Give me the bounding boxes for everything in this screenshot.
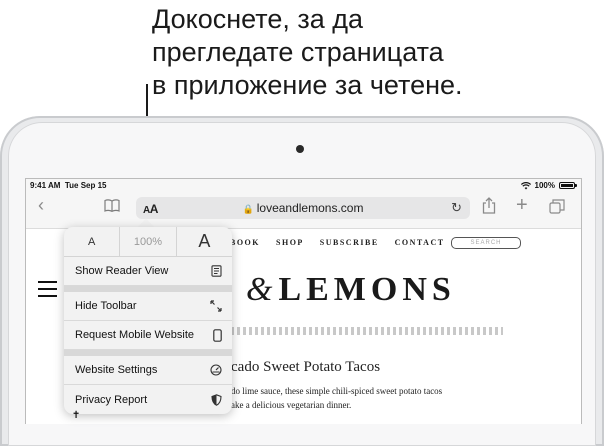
menu-item-label: Request Mobile Website	[75, 329, 195, 341]
arrows-diagonal-icon	[210, 300, 222, 312]
hide-toolbar-item[interactable]: Hide Toolbar	[64, 292, 232, 321]
menu-item-label: Hide Toolbar	[75, 300, 137, 312]
battery-percent: 100%	[534, 181, 555, 190]
nav-contact[interactable]: CONTACT	[395, 238, 445, 247]
status-time: 9:41 AM	[30, 181, 61, 190]
show-reader-view-item[interactable]: Show Reader View	[64, 257, 232, 286]
excerpt-line-2: ake a delicious vegetarian dinner.	[231, 400, 352, 410]
share-icon[interactable]	[482, 197, 496, 214]
menu-item-label: Privacy Report	[75, 393, 148, 406]
increase-font-button[interactable]: A	[177, 227, 232, 256]
wifi-icon	[520, 181, 531, 189]
site-logo[interactable]: & LEMONS	[246, 271, 456, 309]
status-date: Tue Sep 15	[64, 181, 107, 190]
cross-icon: ✝	[72, 410, 81, 421]
address-bar[interactable]: AA 🔒 loveandlemons.com ↻	[136, 197, 470, 219]
phone-icon	[213, 328, 222, 342]
shield-icon	[211, 393, 222, 406]
book-icon[interactable]	[104, 199, 120, 212]
callout-line-2: прегледате страницата	[152, 37, 444, 67]
reader-icon	[211, 265, 222, 277]
excerpt-line-1: do lime sauce, these simple chili-spiced…	[231, 386, 443, 396]
url-text: loveandlemons.com	[256, 201, 364, 215]
ornament-divider	[231, 327, 503, 335]
menu-item-label: Show Reader View	[75, 265, 169, 277]
hamburger-menu-icon[interactable]	[38, 281, 57, 302]
font-size-row: A 100% A	[64, 227, 232, 257]
website-settings-item[interactable]: Website Settings	[64, 356, 232, 385]
nav-book[interactable]: BOOK	[230, 238, 260, 247]
logo-ampersand: &	[246, 271, 273, 308]
callout-line-1: Докоснете, за да	[152, 4, 364, 34]
back-icon[interactable]: ‹	[38, 195, 44, 216]
decrease-font-button[interactable]: A	[64, 227, 119, 256]
battery-icon	[559, 182, 577, 189]
menu-item-label: Website Settings	[75, 364, 158, 376]
status-right: 100%	[520, 181, 577, 190]
front-camera	[296, 145, 304, 153]
page-menu-popover: A 100% A Show Reader View Hide Toolbar R…	[64, 227, 232, 414]
gauge-icon	[210, 364, 222, 376]
nav-shop[interactable]: SHOP	[276, 238, 304, 247]
post-excerpt: do lime sauce, these simple chili-spiced…	[231, 384, 442, 412]
post-title[interactable]: cado Sweet Potato Tacos	[231, 359, 380, 376]
nav-subscribe[interactable]: SUBSCRIBE	[320, 238, 379, 247]
request-mobile-website-item[interactable]: Request Mobile Website	[64, 321, 232, 350]
callout-line-3: в приложение за четене.	[152, 70, 463, 100]
url-display[interactable]: 🔒 loveandlemons.com	[136, 201, 470, 215]
status-time-date: 9:41 AM Tue Sep 15	[30, 181, 107, 190]
site-search-input[interactable]: SEARCH	[451, 237, 521, 249]
privacy-report-item[interactable]: Privacy Report	[64, 385, 232, 414]
reload-icon[interactable]: ↻	[451, 200, 462, 216]
lock-icon: 🔒	[242, 204, 254, 214]
zoom-level[interactable]: 100%	[119, 227, 177, 256]
tabs-icon[interactable]	[549, 199, 565, 214]
safari-toolbar: 9:41 AM Tue Sep 15 100% ‹ AA 🔒 loveandlem…	[26, 179, 581, 229]
add-tab-icon[interactable]: +	[516, 194, 528, 217]
logo-text: LEMONS	[278, 271, 456, 308]
site-nav: BOOK SHOP SUBSCRIBE CONTACT	[230, 238, 445, 247]
callout-text: Докоснете, за да прегледате страницата в…	[152, 3, 463, 102]
